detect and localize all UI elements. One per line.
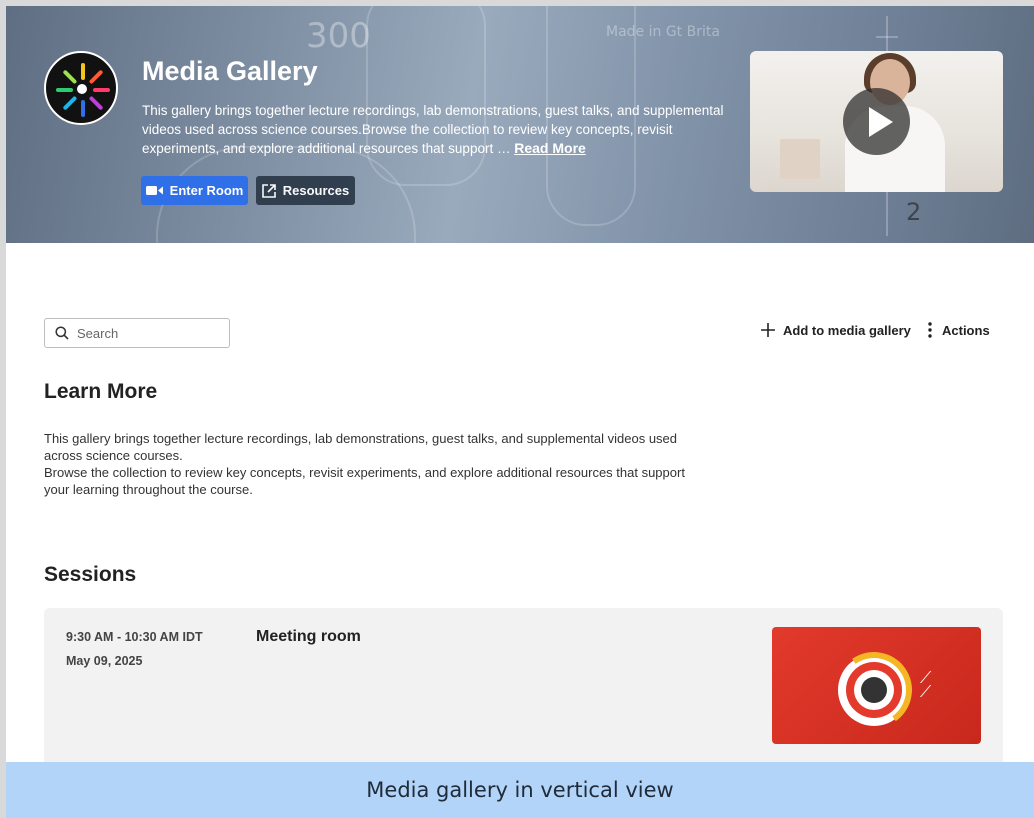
sessions-heading: Sessions bbox=[44, 563, 137, 586]
resources-button[interactable]: Resources bbox=[256, 176, 355, 205]
hero-description: This gallery brings together lecture rec… bbox=[142, 102, 732, 159]
play-icon[interactable] bbox=[843, 88, 910, 155]
enter-room-label: Enter Room bbox=[169, 183, 244, 198]
kebab-menu-icon bbox=[928, 322, 932, 338]
bg-text-300: 300 bbox=[306, 16, 371, 56]
search-field[interactable] bbox=[44, 318, 230, 348]
caption-banner: Media gallery in vertical view bbox=[6, 762, 1034, 818]
learn-more-paragraph: This gallery brings together lecture rec… bbox=[44, 431, 678, 463]
gallery-hero-banner: 300 Made in Gt Brita 2 Media Gallery Thi… bbox=[6, 6, 1034, 243]
hero-description-text: This gallery brings together lecture rec… bbox=[142, 103, 724, 156]
intro-video-thumbnail[interactable] bbox=[750, 51, 1003, 192]
sunburst-logo-icon bbox=[44, 51, 118, 125]
resources-label: Resources bbox=[282, 183, 350, 198]
learn-more-text: This gallery brings together lecture rec… bbox=[44, 430, 694, 498]
session-title[interactable]: Meeting room bbox=[256, 628, 361, 646]
learn-more-heading: Learn More bbox=[44, 380, 158, 403]
add-to-media-gallery-label: Add to media gallery bbox=[783, 322, 911, 338]
darts-icon: ⟋ ⟋ bbox=[920, 670, 932, 701]
session-time: 9:30 AM - 10:30 AM IDT bbox=[66, 630, 203, 644]
page-title: Media Gallery bbox=[142, 56, 318, 86]
video-bg-shelf bbox=[780, 139, 820, 179]
actions-menu-button[interactable]: Actions bbox=[928, 322, 990, 338]
learn-more-paragraph: Browse the collection to review key conc… bbox=[44, 465, 685, 497]
bg-tick bbox=[876, 36, 898, 38]
bg-beaker bbox=[366, 6, 486, 186]
search-input[interactable] bbox=[77, 325, 217, 341]
actions-label: Actions bbox=[942, 322, 990, 338]
session-thumbnail[interactable]: ⟋ ⟋ bbox=[772, 627, 981, 744]
session-card[interactable]: 9:30 AM - 10:30 AM IDT May 09, 2025 Meet… bbox=[44, 608, 1003, 768]
search-icon bbox=[55, 326, 69, 340]
target-icon bbox=[829, 645, 919, 735]
read-more-link[interactable]: Read More bbox=[514, 140, 586, 156]
session-date: May 09, 2025 bbox=[66, 654, 143, 668]
bg-text-2: 2 bbox=[906, 198, 922, 226]
enter-room-button[interactable]: Enter Room bbox=[141, 176, 248, 205]
external-link-icon bbox=[261, 183, 276, 198]
add-to-media-gallery-button[interactable]: Add to media gallery bbox=[760, 322, 911, 338]
plus-icon bbox=[761, 323, 775, 337]
bg-text-made-in: Made in Gt Brita bbox=[606, 24, 720, 40]
video-camera-icon bbox=[145, 186, 163, 195]
